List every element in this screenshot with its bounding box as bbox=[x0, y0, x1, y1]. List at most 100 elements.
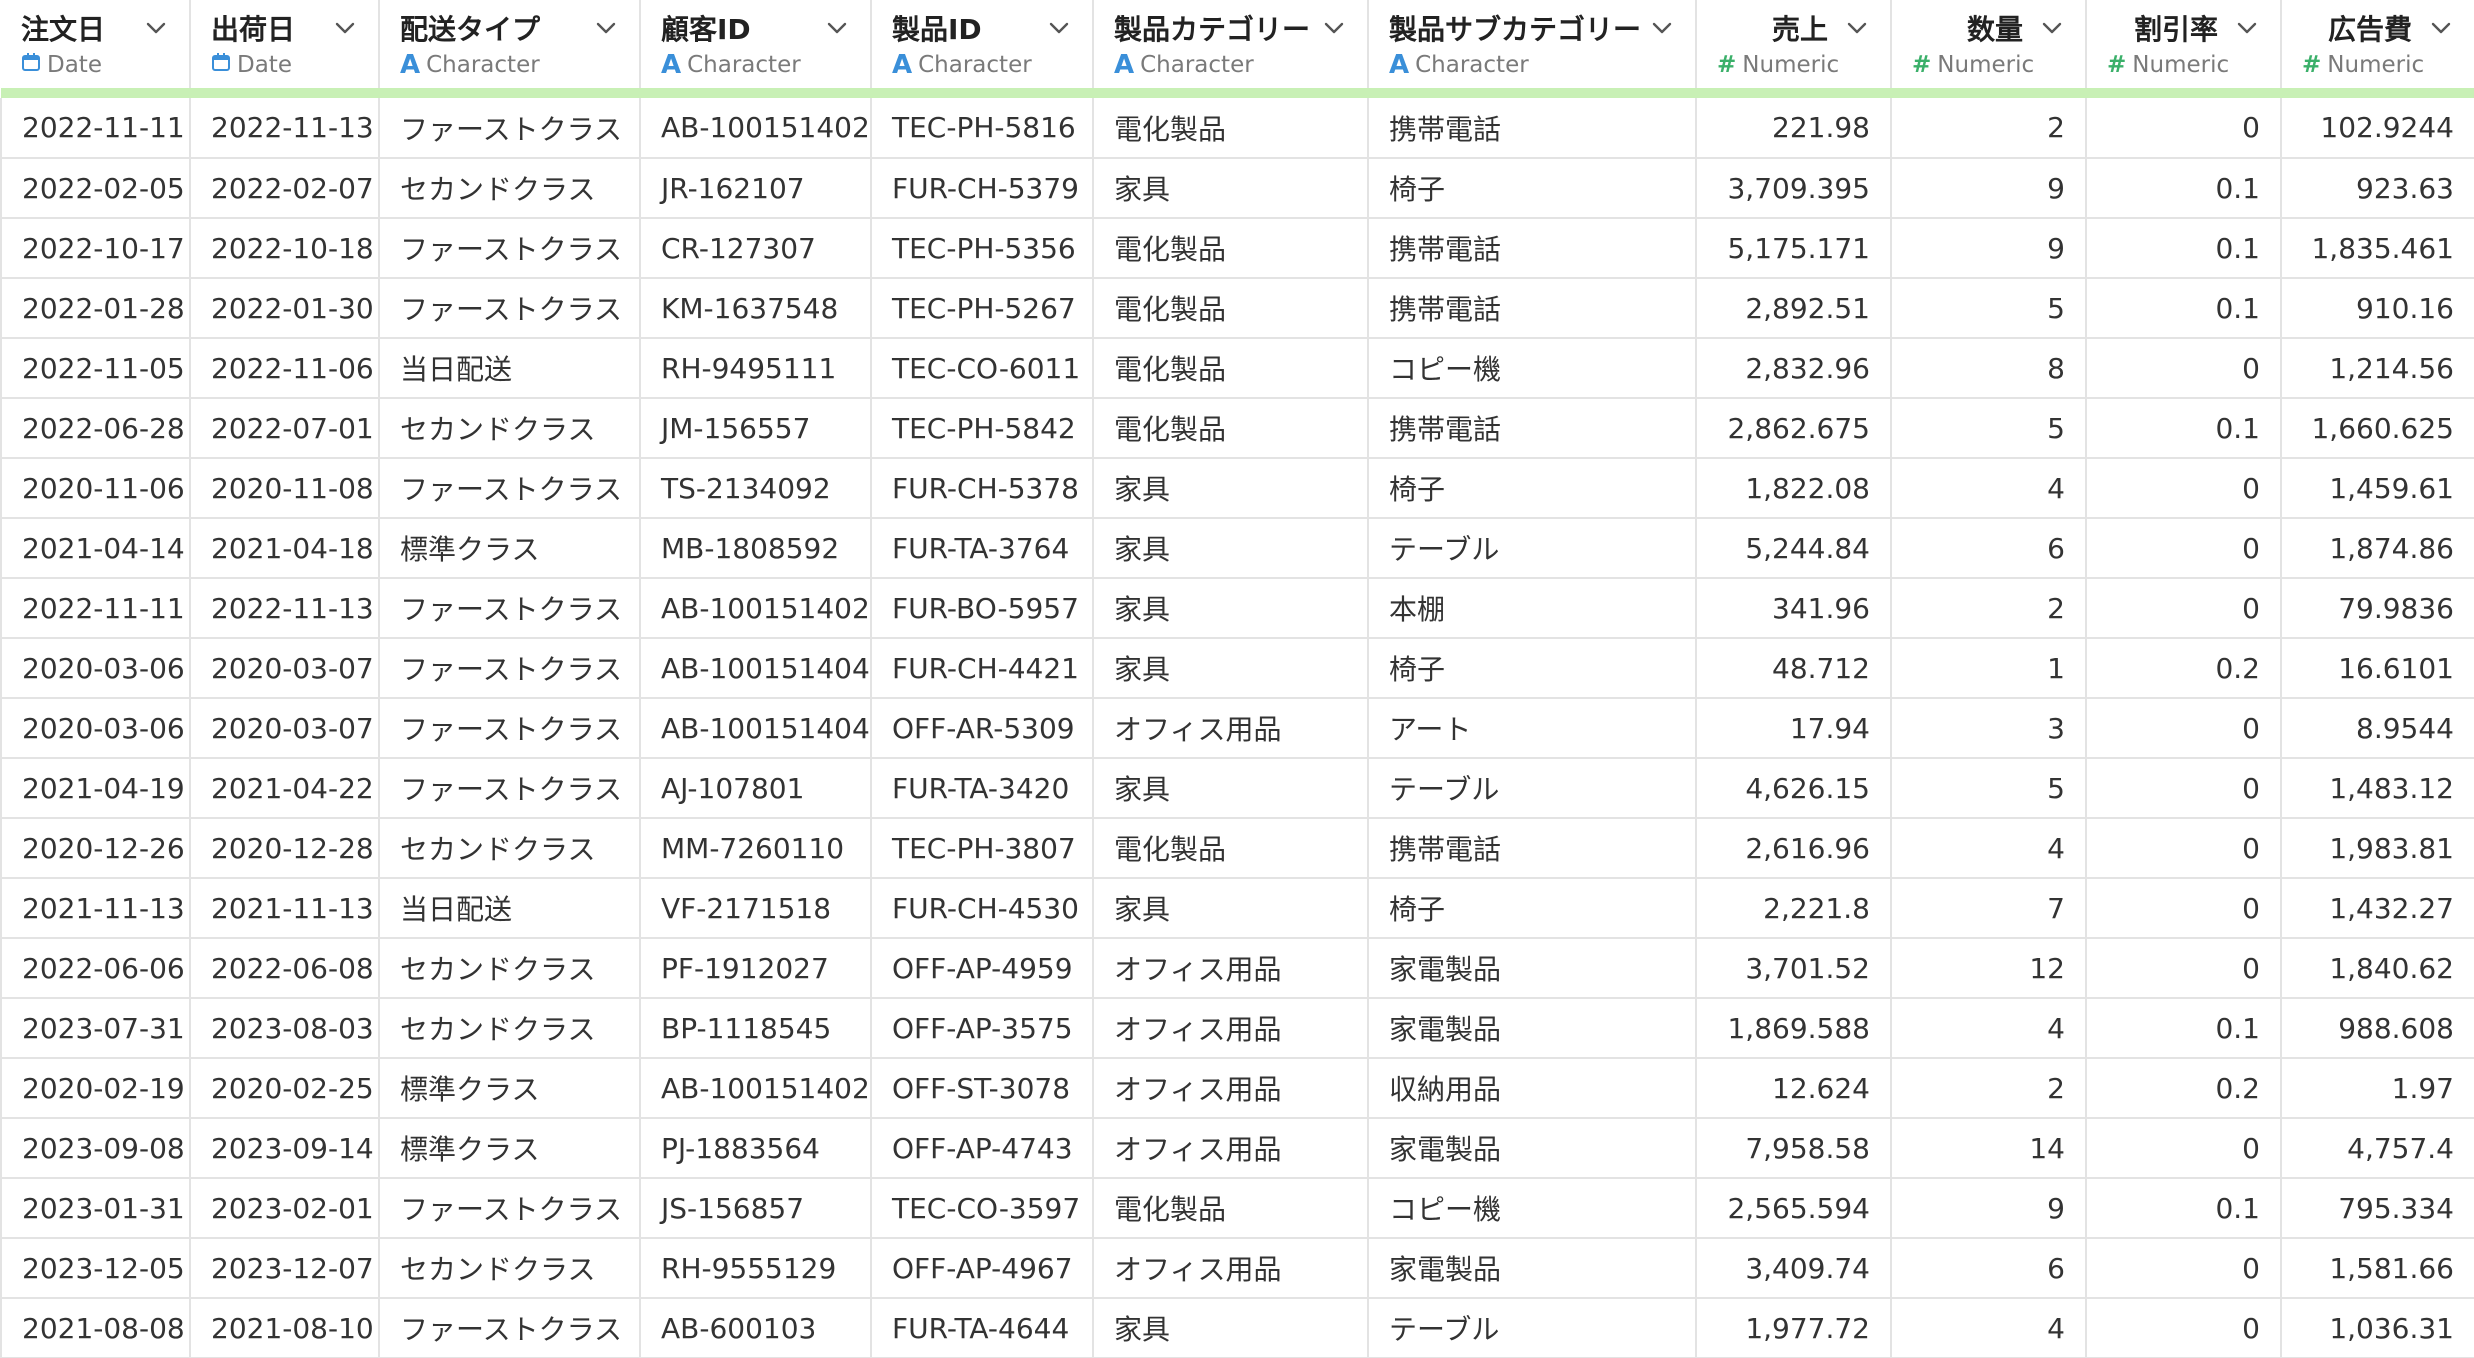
table-cell[interactable]: FUR-CH-5378 bbox=[871, 458, 1094, 519]
table-cell[interactable]: FUR-TA-3420 bbox=[871, 758, 1094, 819]
table-cell[interactable]: 2,616.96 bbox=[1696, 818, 1892, 879]
table-cell[interactable]: 2022-11-05 bbox=[0, 338, 191, 399]
table-cell[interactable]: AJ-107801 bbox=[640, 758, 872, 819]
table-cell[interactable]: 家具 bbox=[1093, 458, 1369, 519]
table-cell[interactable]: 椅子 bbox=[1368, 458, 1697, 519]
table-cell[interactable]: FUR-TA-3764 bbox=[871, 518, 1094, 579]
table-row[interactable]: 2023-01-31 2023-02-01 ファーストクラス JS-156857 TEC… bbox=[0, 1178, 2474, 1239]
table-cell[interactable]: TEC-PH-5842 bbox=[871, 398, 1094, 459]
table-cell[interactable]: 2023-07-31 bbox=[0, 998, 191, 1059]
table-cell[interactable]: 5 bbox=[1891, 278, 2087, 339]
table-cell[interactable]: 0 bbox=[2086, 578, 2282, 639]
table-cell[interactable]: 2022-11-11 bbox=[0, 578, 191, 639]
table-cell[interactable]: 2022-10-17 bbox=[0, 218, 191, 279]
table-cell[interactable]: 2023-01-31 bbox=[0, 1178, 191, 1239]
table-cell[interactable]: 3,709.395 bbox=[1696, 158, 1892, 219]
chevron-down-icon[interactable] bbox=[143, 15, 169, 41]
table-cell[interactable]: 221.98 bbox=[1696, 98, 1892, 159]
table-cell[interactable]: JR-162107 bbox=[640, 158, 872, 219]
table-cell[interactable]: 2022-11-13 bbox=[190, 578, 380, 639]
table-cell[interactable]: 2020-12-26 bbox=[0, 818, 191, 879]
table-cell[interactable]: 携帯電話 bbox=[1368, 398, 1697, 459]
table-cell[interactable]: 3,409.74 bbox=[1696, 1238, 1892, 1299]
table-cell[interactable]: 0.1 bbox=[2086, 998, 2282, 1059]
table-cell[interactable]: 2,565.594 bbox=[1696, 1178, 1892, 1239]
table-cell[interactable]: 家電製品 bbox=[1368, 1238, 1697, 1299]
table-cell[interactable]: 2020-03-06 bbox=[0, 638, 191, 699]
table-cell[interactable]: 0 bbox=[2086, 878, 2282, 939]
table-cell[interactable]: ファーストクラス bbox=[379, 278, 641, 339]
column-header-5[interactable]: 製品カテゴリー A Character bbox=[1093, 0, 1369, 88]
table-cell[interactable]: 2,832.96 bbox=[1696, 338, 1892, 399]
table-row[interactable]: 2021-04-19 2021-04-22 ファーストクラス AJ-107801 FUR… bbox=[0, 758, 2474, 819]
chevron-down-icon[interactable] bbox=[2234, 15, 2260, 41]
table-cell[interactable]: 2020-03-07 bbox=[190, 638, 380, 699]
table-row[interactable]: 2022-11-05 2022-11-06 当日配送 RH-9495111 TEC-CO… bbox=[0, 338, 2474, 399]
table-cell[interactable]: 2023-08-03 bbox=[190, 998, 380, 1059]
table-cell[interactable]: 12.624 bbox=[1696, 1058, 1892, 1119]
table-cell[interactable]: PJ-1883564 bbox=[640, 1118, 872, 1179]
table-cell[interactable]: コピー機 bbox=[1368, 1178, 1697, 1239]
table-cell[interactable]: 椅子 bbox=[1368, 158, 1697, 219]
table-cell[interactable]: 2023-02-01 bbox=[190, 1178, 380, 1239]
table-cell[interactable]: 2022-06-08 bbox=[190, 938, 380, 999]
table-cell[interactable]: 電化製品 bbox=[1093, 398, 1369, 459]
table-cell[interactable]: VF-2171518 bbox=[640, 878, 872, 939]
table-cell[interactable]: 1,983.81 bbox=[2281, 818, 2474, 879]
table-cell[interactable]: OFF-AP-4959 bbox=[871, 938, 1094, 999]
table-cell[interactable]: 携帯電話 bbox=[1368, 218, 1697, 279]
table-cell[interactable]: 9 bbox=[1891, 218, 2087, 279]
table-cell[interactable]: 標準クラス bbox=[379, 518, 641, 579]
chevron-down-icon[interactable] bbox=[2428, 15, 2454, 41]
table-cell[interactable]: MM-7260110 bbox=[640, 818, 872, 879]
table-cell[interactable]: 12 bbox=[1891, 938, 2087, 999]
table-cell[interactable]: 電化製品 bbox=[1093, 338, 1369, 399]
table-cell[interactable]: AB-100151404 bbox=[640, 698, 872, 759]
table-cell[interactable]: 5 bbox=[1891, 758, 2087, 819]
column-header-6[interactable]: 製品サブカテゴリー A Character bbox=[1368, 0, 1697, 88]
table-cell[interactable]: 家具 bbox=[1093, 158, 1369, 219]
table-cell[interactable]: 3,701.52 bbox=[1696, 938, 1892, 999]
table-cell[interactable]: 6 bbox=[1891, 518, 2087, 579]
table-cell[interactable]: ファーストクラス bbox=[379, 578, 641, 639]
table-cell[interactable]: 5,244.84 bbox=[1696, 518, 1892, 579]
table-cell[interactable]: 2022-11-06 bbox=[190, 338, 380, 399]
table-cell[interactable]: ファーストクラス bbox=[379, 458, 641, 519]
table-cell[interactable]: 2021-04-19 bbox=[0, 758, 191, 819]
table-cell[interactable]: FUR-CH-4530 bbox=[871, 878, 1094, 939]
table-cell[interactable]: TEC-PH-3807 bbox=[871, 818, 1094, 879]
table-cell[interactable]: コピー機 bbox=[1368, 338, 1697, 399]
table-cell[interactable]: BP-1118545 bbox=[640, 998, 872, 1059]
table-cell[interactable]: 家具 bbox=[1093, 758, 1369, 819]
table-cell[interactable]: 2021-08-10 bbox=[190, 1298, 380, 1358]
table-cell[interactable]: 910.16 bbox=[2281, 278, 2474, 339]
table-cell[interactable]: TEC-PH-5356 bbox=[871, 218, 1094, 279]
table-cell[interactable]: 1,874.86 bbox=[2281, 518, 2474, 579]
table-cell[interactable]: 2020-11-08 bbox=[190, 458, 380, 519]
table-cell[interactable]: 電化製品 bbox=[1093, 1178, 1369, 1239]
column-header-0[interactable]: 注文日 Date bbox=[1, 0, 191, 88]
table-row[interactable]: 2020-02-19 2020-02-25 標準クラス AB-100151402 OFF… bbox=[0, 1058, 2474, 1119]
table-cell[interactable]: 電化製品 bbox=[1093, 98, 1369, 159]
table-cell[interactable]: 2022-01-30 bbox=[190, 278, 380, 339]
table-row[interactable]: 2023-12-05 2023-12-07 セカンドクラス RH-9555129 OFF… bbox=[0, 1238, 2474, 1299]
table-cell[interactable]: 当日配送 bbox=[379, 878, 641, 939]
table-cell[interactable]: 0 bbox=[2086, 98, 2282, 159]
table-cell[interactable]: 1,459.61 bbox=[2281, 458, 2474, 519]
table-cell[interactable]: 1,840.62 bbox=[2281, 938, 2474, 999]
table-cell[interactable]: TEC-CO-6011 bbox=[871, 338, 1094, 399]
table-cell[interactable]: OFF-AR-5309 bbox=[871, 698, 1094, 759]
table-cell[interactable]: 0 bbox=[2086, 758, 2282, 819]
table-cell[interactable]: 2021-04-22 bbox=[190, 758, 380, 819]
table-cell[interactable]: AB-100151402 bbox=[640, 98, 872, 159]
table-cell[interactable]: 2021-04-14 bbox=[0, 518, 191, 579]
table-cell[interactable]: 2022-06-28 bbox=[0, 398, 191, 459]
table-cell[interactable]: 1,581.66 bbox=[2281, 1238, 2474, 1299]
table-cell[interactable]: 2020-03-06 bbox=[0, 698, 191, 759]
table-cell[interactable]: 2021-11-13 bbox=[190, 878, 380, 939]
table-cell[interactable]: 0.2 bbox=[2086, 1058, 2282, 1119]
table-row[interactable]: 2023-09-08 2023-09-14 標準クラス PJ-1883564 OFF-A… bbox=[0, 1118, 2474, 1179]
table-cell[interactable]: 0 bbox=[2086, 458, 2282, 519]
table-cell[interactable]: TS-2134092 bbox=[640, 458, 872, 519]
table-cell[interactable]: 2022-06-06 bbox=[0, 938, 191, 999]
